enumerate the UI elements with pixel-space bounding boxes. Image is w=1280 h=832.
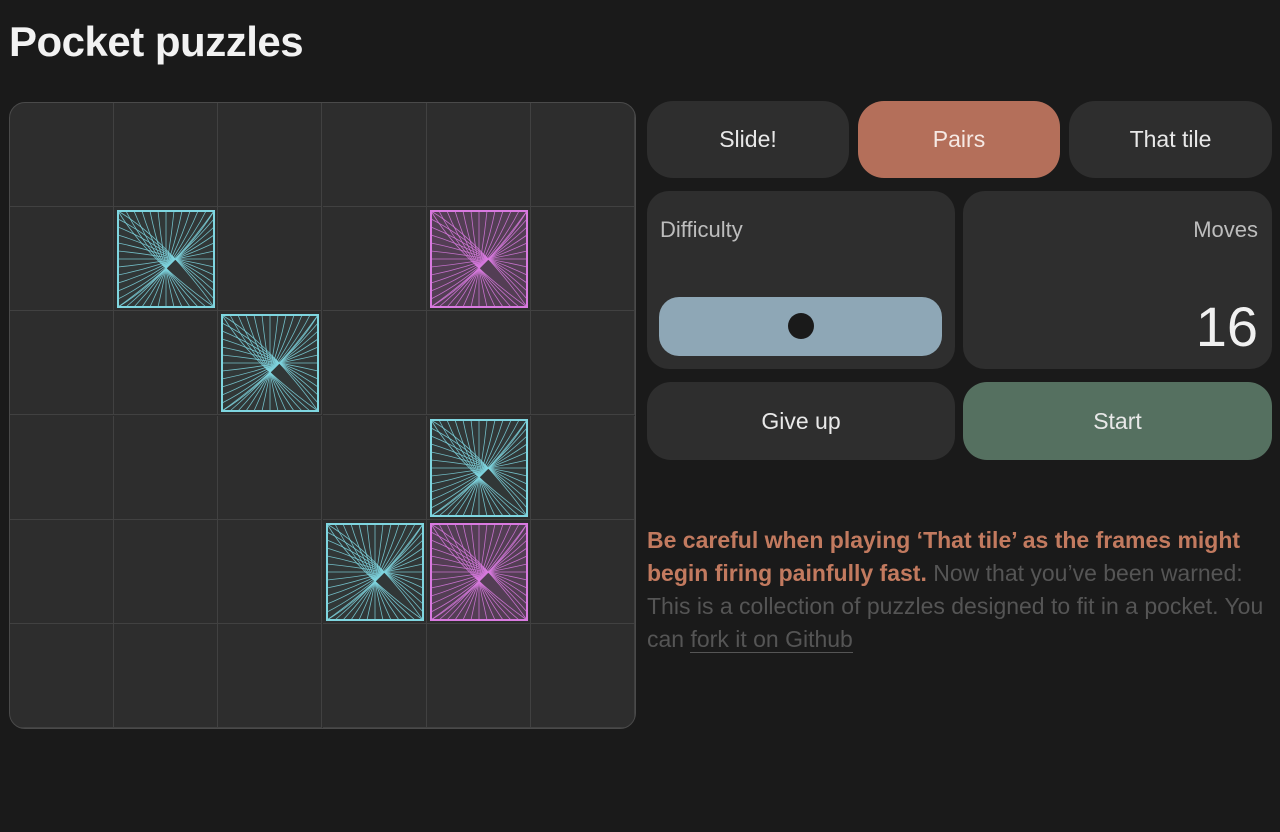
- tab-that-tile[interactable]: That tile: [1069, 101, 1272, 178]
- board-cell[interactable]: [10, 519, 114, 624]
- magenta-tile[interactable]: [429, 522, 528, 621]
- difficulty-slider[interactable]: [659, 297, 942, 356]
- board-cell[interactable]: [426, 103, 531, 207]
- tab-slide[interactable]: Slide!: [647, 101, 849, 178]
- give-up-button[interactable]: Give up: [647, 382, 955, 460]
- board-cell[interactable]: [322, 311, 427, 416]
- info-text: Be careful when playing ‘That tile’ as t…: [647, 524, 1272, 656]
- board-cell[interactable]: [114, 624, 219, 728]
- cyan-tile[interactable]: [221, 314, 320, 413]
- board-cell[interactable]: [10, 311, 114, 416]
- cyan-tile[interactable]: [325, 522, 424, 621]
- cyan-tile[interactable]: [429, 418, 528, 517]
- board-cell[interactable]: [322, 624, 427, 728]
- github-link[interactable]: fork it on Github: [690, 626, 853, 653]
- board-cell[interactable]: [10, 415, 114, 520]
- tab-pairs[interactable]: Pairs: [858, 101, 1060, 178]
- board-cell[interactable]: [426, 624, 531, 728]
- difficulty-panel: Difficulty: [647, 191, 955, 369]
- page-title: Pocket puzzles: [9, 18, 304, 65]
- board-cell[interactable]: [531, 624, 635, 728]
- moves-counter: 16: [1195, 295, 1258, 358]
- board-cell[interactable]: [531, 103, 635, 207]
- puzzle-board[interactable]: [9, 102, 636, 729]
- board-cell[interactable]: [531, 519, 635, 624]
- moves-label: Moves: [1193, 217, 1258, 242]
- board-cell[interactable]: [114, 311, 219, 416]
- board-cell[interactable]: [531, 207, 635, 312]
- board-cell[interactable]: [114, 519, 219, 624]
- board-cell[interactable]: [426, 311, 531, 416]
- board-cell[interactable]: [218, 415, 323, 520]
- board-cell[interactable]: [531, 415, 635, 520]
- board-cell[interactable]: [114, 103, 219, 207]
- board-cell[interactable]: [218, 519, 323, 624]
- board-cell[interactable]: [322, 207, 427, 312]
- board-cell[interactable]: [322, 103, 427, 207]
- board-cell[interactable]: [10, 103, 114, 207]
- board-cell[interactable]: [531, 311, 635, 416]
- board-cell[interactable]: [218, 207, 323, 312]
- slider-knob[interactable]: [787, 313, 814, 339]
- board-cell[interactable]: [218, 103, 323, 207]
- board-cell[interactable]: [10, 624, 114, 728]
- board-cell[interactable]: [10, 207, 114, 312]
- moves-panel: Moves 16: [963, 191, 1272, 369]
- board-cell[interactable]: [114, 415, 219, 520]
- board-cell[interactable]: [322, 415, 427, 520]
- start-button[interactable]: Start: [963, 382, 1272, 460]
- board-cell[interactable]: [218, 624, 323, 728]
- magenta-tile[interactable]: [429, 210, 528, 309]
- difficulty-label: Difficulty: [660, 217, 743, 242]
- cyan-tile[interactable]: [117, 210, 216, 309]
